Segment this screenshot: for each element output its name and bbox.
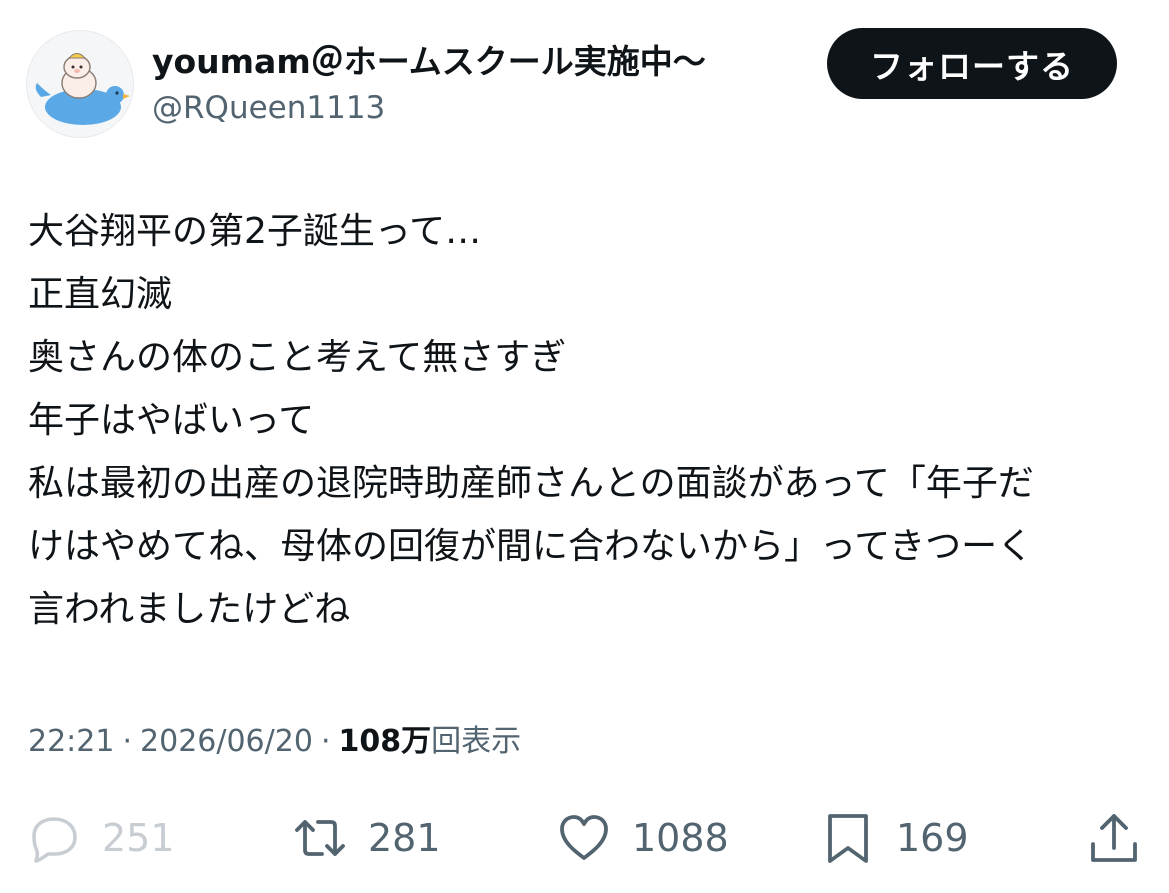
views-count: 108万 bbox=[338, 724, 432, 759]
share-icon bbox=[1086, 810, 1142, 866]
share-button[interactable] bbox=[1086, 800, 1142, 875]
user-info: youmam＠ホームスクール実施中〜 @RQueen1113 bbox=[152, 40, 706, 130]
display-name[interactable]: youmam＠ホームスクール実施中〜 bbox=[152, 40, 706, 84]
tweet-meta: 22:21 · 2026/06/20 · 108万回表示 bbox=[28, 718, 521, 766]
meta-separator: · bbox=[122, 724, 133, 759]
follow-button[interactable]: フォローする bbox=[827, 28, 1117, 99]
tweet-line: けはやめてね、母体の回復が間に合わないから」ってきつーく bbox=[28, 526, 1034, 567]
bookmark-count: 169 bbox=[896, 815, 969, 860]
reply-icon bbox=[26, 810, 82, 866]
tweet-line: 大谷翔平の第2子誕生って… bbox=[28, 211, 482, 252]
retweet-icon bbox=[292, 810, 348, 866]
meta-separator: · bbox=[320, 724, 331, 759]
tweet-line: 奥さんの体のこと考えて無さすぎ bbox=[28, 337, 567, 378]
tweet-line: 言われましたけどね bbox=[28, 589, 351, 630]
reply-button[interactable]: 251 bbox=[26, 800, 175, 875]
like-count: 1088 bbox=[632, 815, 729, 860]
tweet-line: 私は最初の出産の退院時助産師さんとの面談があって「年子だ bbox=[28, 463, 1034, 504]
heart-icon bbox=[556, 810, 612, 866]
bookmark-icon bbox=[820, 810, 876, 866]
views-label: 回表示 bbox=[431, 724, 522, 759]
reply-count: 251 bbox=[102, 815, 175, 860]
bookmark-button[interactable]: 169 bbox=[820, 800, 969, 875]
retweet-count: 281 bbox=[368, 815, 441, 860]
tweet-line: 年子はやばいって bbox=[28, 400, 315, 441]
avatar[interactable] bbox=[26, 30, 134, 138]
bird-avatar-icon bbox=[27, 31, 133, 137]
like-button[interactable]: 1088 bbox=[556, 800, 729, 875]
tweet-header: youmam＠ホームスクール実施中〜 @RQueen1113 フォローする bbox=[0, 0, 1169, 150]
action-bar: 251 281 1088 169 bbox=[0, 800, 1169, 875]
user-handle[interactable]: @RQueen1113 bbox=[152, 86, 706, 130]
tweet-line: 正直幻滅 bbox=[28, 274, 173, 315]
retweet-button[interactable]: 281 bbox=[292, 800, 441, 875]
tweet-time[interactable]: 22:21 bbox=[28, 724, 114, 759]
tweet-text: 大谷翔平の第2子誕生って… 正直幻滅 奥さんの体のこと考えて無さすぎ 年子はやば… bbox=[28, 200, 1138, 641]
tweet-date[interactable]: 2026/06/20 bbox=[140, 724, 313, 759]
